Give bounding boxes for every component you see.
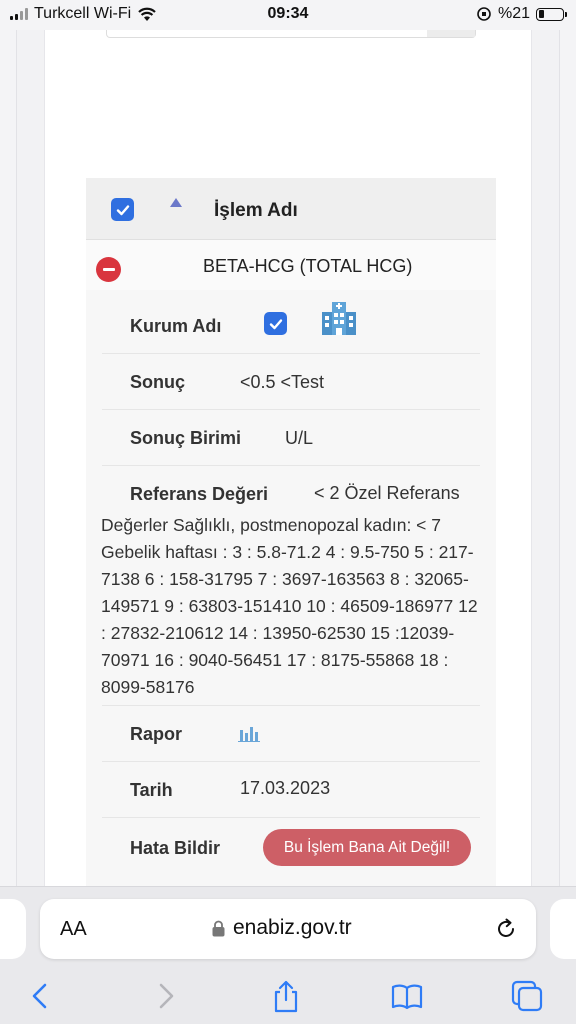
text-size-label: AA: [60, 918, 87, 940]
book-icon[interactable]: [390, 979, 424, 1013]
navigation-toolbar: [0, 975, 576, 1015]
field-date: Tarih 17.03.2023: [102, 762, 480, 818]
result-value: <0.5 <Test: [240, 372, 325, 392]
text-size-button[interactable]: AA: [60, 918, 87, 941]
field-unit: Sonuç Birimi U/L: [102, 410, 480, 466]
address-bar[interactable]: AA enabiz.gov.tr: [40, 899, 536, 959]
unit-value: U/L: [285, 428, 314, 448]
not-my-record-button[interactable]: Bu İşlem Bana Ait Değil!: [263, 829, 471, 866]
bar-chart-icon[interactable]: [238, 724, 260, 742]
field-institution: Kurum Adı: [102, 290, 480, 354]
test-name: BETA-HCG (TOTAL HCG): [203, 256, 413, 276]
status-bar: Turkcell Wi-Fi 09:34 %21: [0, 0, 576, 30]
reload-icon[interactable]: [494, 917, 518, 941]
reference-value-text: Değerler Sağlıklı, postmenopozal kadın: …: [101, 515, 478, 697]
unit-label: Sonuç Birimi: [130, 428, 242, 448]
url-text: enabiz.gov.tr: [233, 916, 352, 939]
result-card: İşlem Adı BETA-HCG (TOTAL HCG) Kurum Adı…: [86, 178, 496, 890]
minus-circle-icon[interactable]: [96, 257, 121, 282]
tabs-icon[interactable]: [510, 979, 544, 1013]
column-header-process-name[interactable]: İşlem Adı: [214, 200, 298, 222]
reference-value-inline: < 2 Özel Referans: [314, 483, 460, 503]
battery-icon: [536, 7, 567, 21]
checkmark-icon: [269, 318, 282, 329]
browser-toolbar: AA enabiz.gov.tr: [0, 886, 576, 1024]
status-right: %21: [476, 5, 567, 23]
date-label: Tarih: [130, 780, 173, 800]
sort-ascending-icon[interactable]: [170, 198, 182, 207]
report-label: Rapor: [130, 724, 183, 744]
share-icon[interactable]: [269, 979, 303, 1013]
battery-percent: %21: [497, 5, 530, 22]
chevron-left-icon[interactable]: [24, 979, 58, 1013]
institution-label: Kurum Adı: [130, 316, 222, 336]
checkmark-icon: [116, 204, 129, 215]
search-field-bottom-edge[interactable]: [106, 30, 476, 38]
select-all-checkbox[interactable]: [111, 198, 134, 221]
test-row[interactable]: BETA-HCG (TOTAL HCG): [86, 240, 496, 290]
result-label: Sonuç: [130, 372, 186, 392]
date-value: 17.03.2023: [240, 778, 331, 798]
reference-label: Referans Değeri: [130, 484, 269, 504]
report-error-label: Hata Bildir: [130, 838, 221, 858]
chevron-right-icon[interactable]: [148, 979, 182, 1013]
field-report: Rapor: [102, 706, 480, 762]
hospital-icon[interactable]: [320, 300, 358, 336]
orientation-lock-icon: [477, 7, 491, 21]
search-field-button[interactable]: [427, 30, 475, 37]
url-display[interactable]: enabiz.gov.tr: [212, 916, 352, 940]
next-tab-pill[interactable]: [550, 899, 576, 959]
field-result: Sonuç <0.5 <Test: [102, 354, 480, 410]
lock-icon: [212, 920, 225, 936]
previous-tab-pill[interactable]: [0, 899, 26, 959]
institution-checkbox[interactable]: [264, 312, 287, 335]
table-header: İşlem Adı: [86, 178, 496, 240]
